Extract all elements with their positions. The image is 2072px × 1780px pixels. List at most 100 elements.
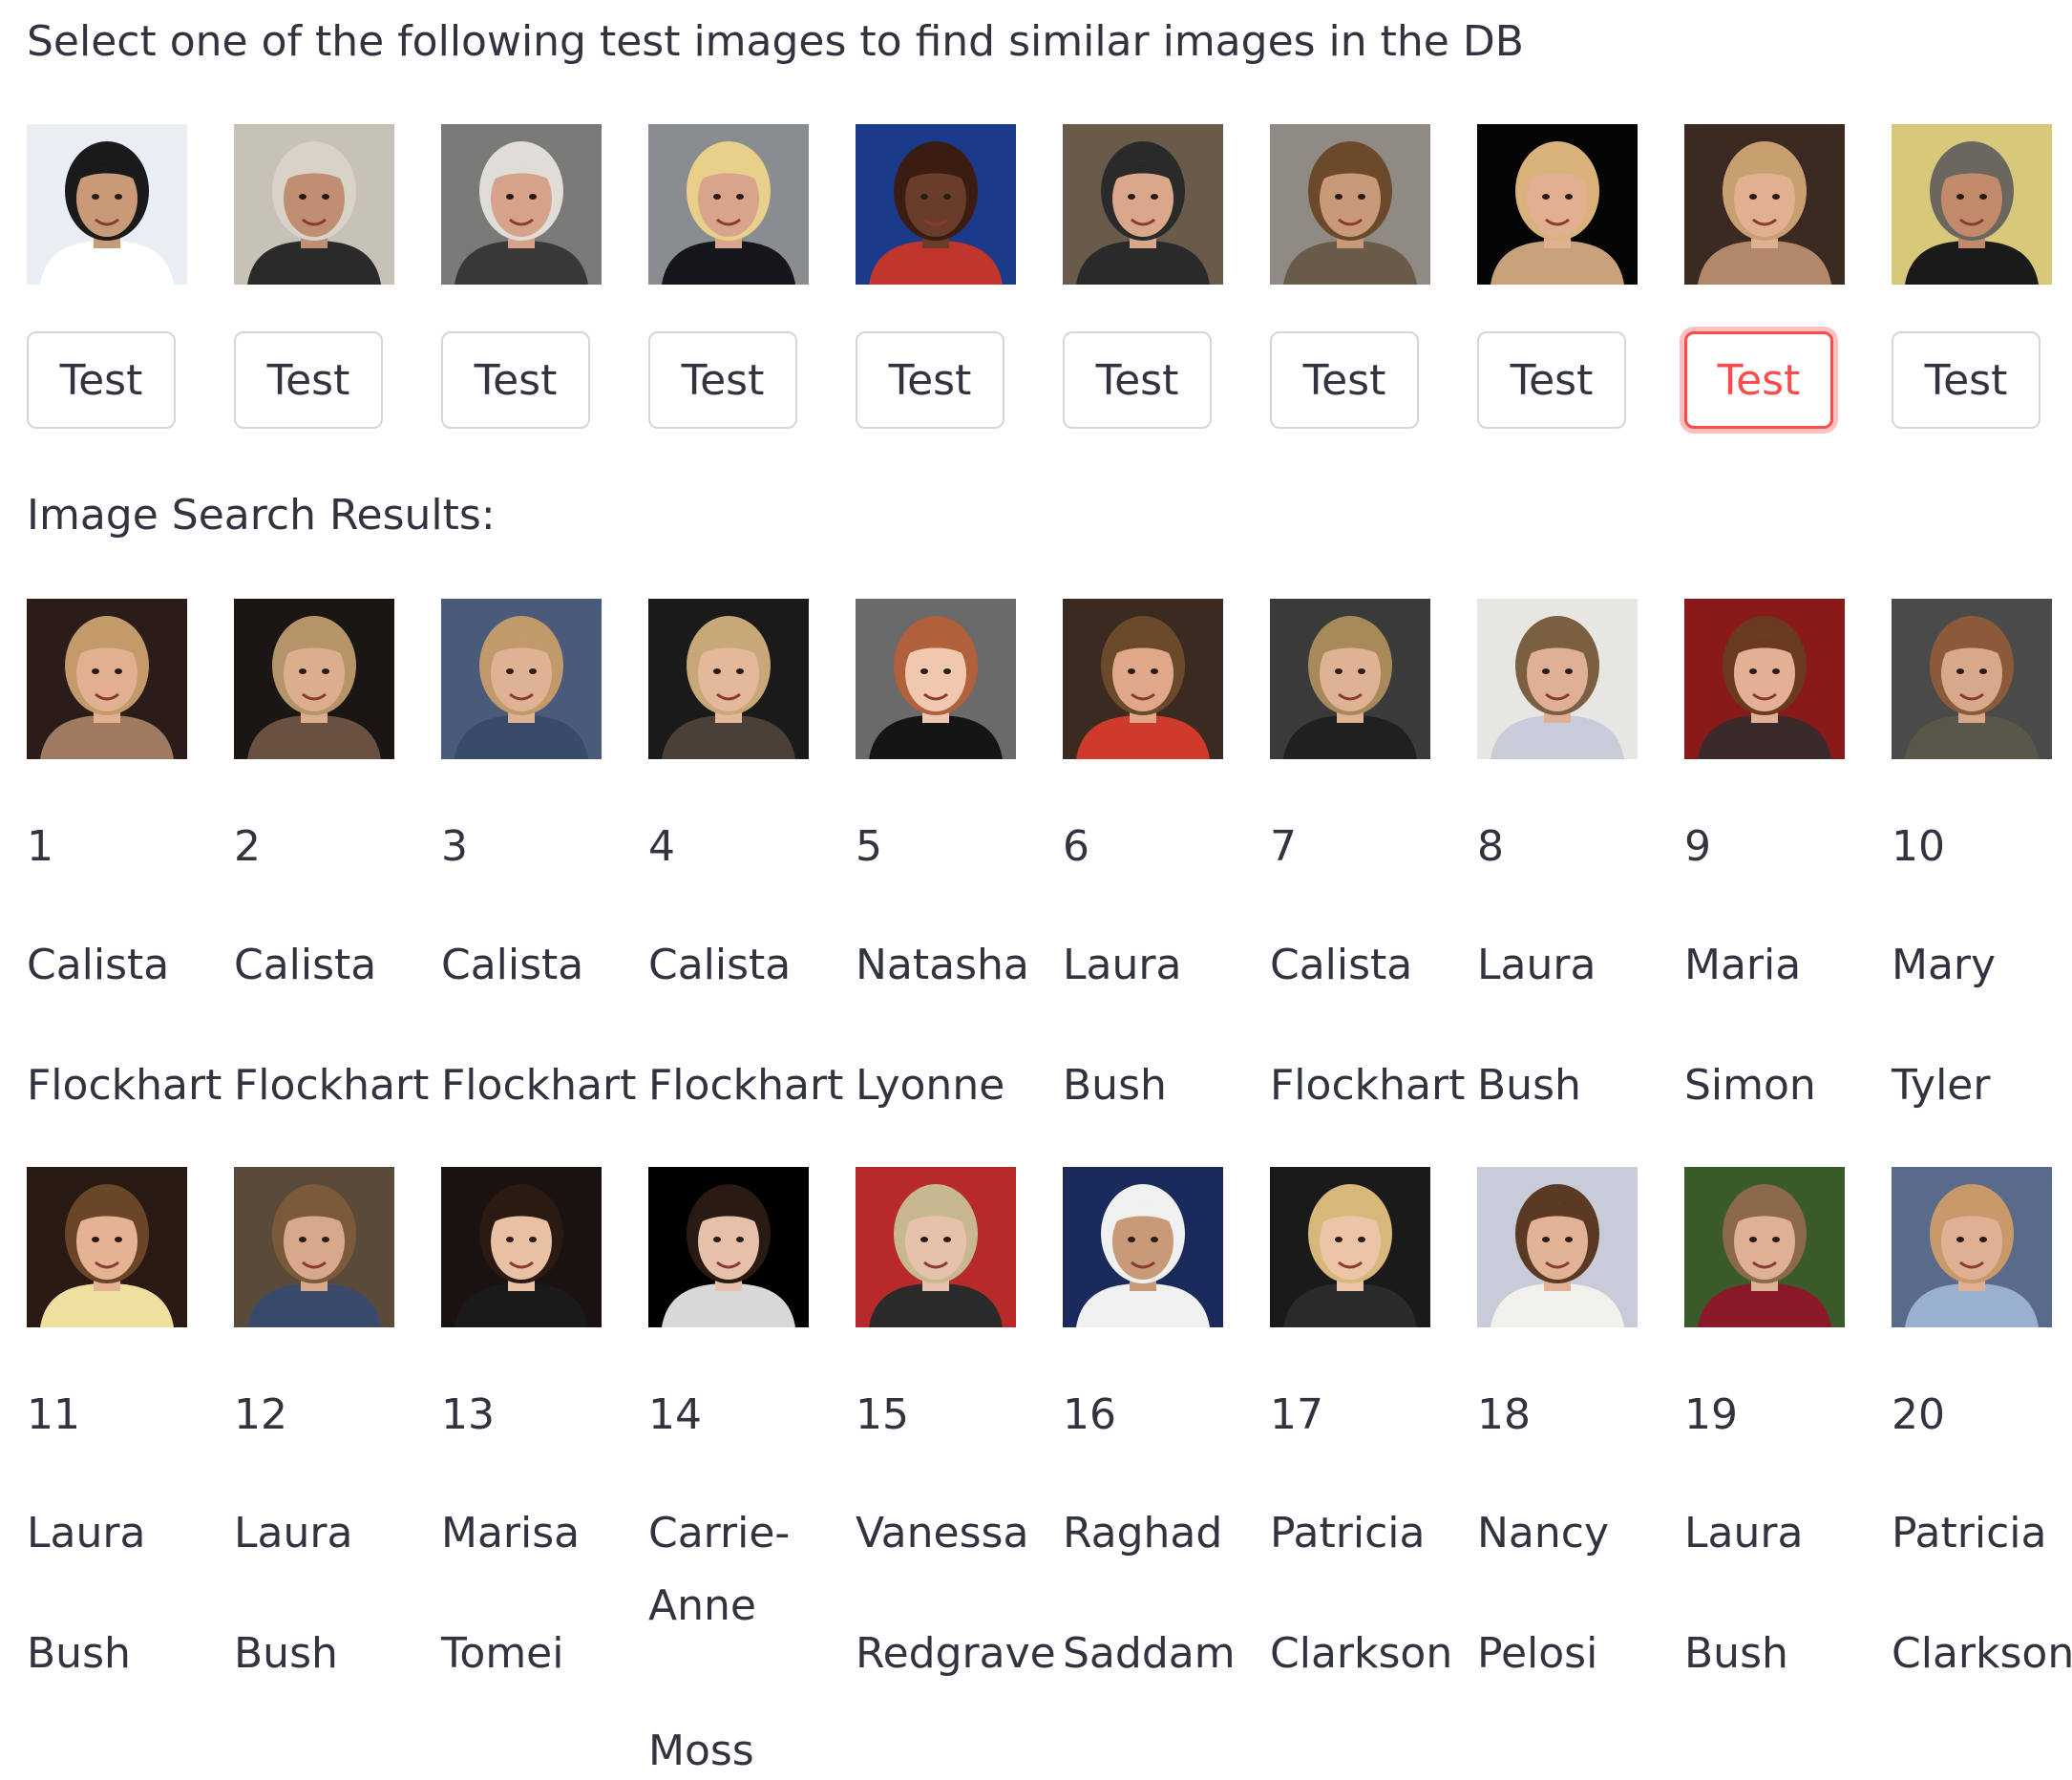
result-image: [648, 1167, 809, 1327]
test-image: [1684, 124, 1845, 285]
portrait-graphic: [1270, 124, 1430, 285]
portrait-graphic: [856, 1167, 1016, 1327]
portrait-graphic: [441, 1167, 602, 1327]
test-button[interactable]: Test: [856, 331, 1004, 429]
result-image: [1684, 1167, 1845, 1327]
result-first-name: Calista: [234, 941, 377, 989]
test-image: [441, 124, 602, 285]
result-last-name: Tomei: [441, 1629, 564, 1678]
portrait-graphic: [1477, 124, 1638, 285]
portrait-graphic: [1270, 599, 1430, 759]
result-first-name: Calista: [27, 941, 170, 989]
result-rank: 14: [648, 1390, 702, 1439]
portrait-graphic: [27, 599, 187, 759]
portrait-graphic: [1063, 599, 1223, 759]
portrait-graphic: [1270, 1167, 1430, 1327]
result-last-name: Lyonne: [856, 1061, 1005, 1110]
result-rank: 18: [1477, 1390, 1531, 1439]
result-last-name: Flockhart: [1270, 1061, 1466, 1110]
result-first-name: Nancy: [1477, 1509, 1609, 1558]
result-last-name: Bush: [27, 1629, 131, 1678]
result-rank: 4: [648, 822, 675, 871]
portrait-graphic: [234, 1167, 394, 1327]
result-first-name: Calista: [1270, 941, 1413, 989]
result-image: [1684, 599, 1845, 759]
portrait-graphic: [1684, 599, 1845, 759]
result-first-name: Laura: [1477, 941, 1596, 989]
portrait-graphic: [441, 599, 602, 759]
result-image: [1063, 1167, 1223, 1327]
result-first-name: Maria: [1684, 941, 1802, 989]
result-first-name: Marisa: [441, 1509, 581, 1558]
result-image: [1270, 1167, 1430, 1327]
portrait-graphic: [1477, 1167, 1638, 1327]
portrait-graphic: [27, 1167, 187, 1327]
result-image: [234, 599, 394, 759]
test-image: [648, 124, 809, 285]
portrait-graphic: [1892, 124, 2052, 285]
portrait-graphic: [234, 124, 394, 285]
test-button[interactable]: Test: [1477, 331, 1626, 429]
test-button[interactable]: Test: [1063, 331, 1212, 429]
test-button[interactable]: Test: [234, 331, 383, 429]
result-rank: 9: [1684, 822, 1711, 871]
result-last-name: Saddam: [1063, 1629, 1236, 1678]
portrait-graphic: [648, 599, 809, 759]
result-rank: 17: [1270, 1390, 1323, 1439]
test-button[interactable]: Test: [648, 331, 797, 429]
result-last-name: Bush: [1063, 1061, 1167, 1110]
portrait-graphic: [856, 124, 1016, 285]
result-first-name: Vanessa: [856, 1509, 1029, 1558]
test-image: [27, 124, 187, 285]
result-first-name: Patricia: [1270, 1509, 1426, 1558]
portrait-graphic: [648, 124, 809, 285]
test-button[interactable]: Test: [441, 331, 590, 429]
result-image: [27, 1167, 187, 1327]
result-last-name: Simon: [1684, 1061, 1816, 1110]
result-first-name: Laura: [1063, 941, 1182, 989]
result-rank: 7: [1270, 822, 1297, 871]
test-button[interactable]: Test: [1684, 331, 1833, 429]
app-container: Select one of the following test images …: [0, 0, 2072, 1775]
result-first-name: Natasha: [856, 941, 1029, 989]
test-image: [1063, 124, 1223, 285]
test-image: [856, 124, 1016, 285]
portrait-graphic: [1063, 1167, 1223, 1327]
result-image: [1063, 599, 1223, 759]
test-button[interactable]: Test: [1892, 331, 2040, 429]
result-rank: 2: [234, 822, 261, 871]
result-rank: 11: [27, 1390, 80, 1439]
result-image: [27, 599, 187, 759]
result-last-name: Bush: [234, 1629, 338, 1678]
result-first-name: Raghad: [1063, 1509, 1223, 1558]
result-rank: 20: [1892, 1390, 1945, 1439]
portrait-graphic: [648, 1167, 809, 1327]
result-image: [856, 1167, 1016, 1327]
test-image: [1477, 124, 1638, 285]
portrait-graphic: [1684, 1167, 1845, 1327]
portrait-graphic: [27, 124, 187, 285]
result-first-name: Patricia: [1892, 1509, 2047, 1558]
result-first-name: Laura: [234, 1509, 353, 1558]
result-image: [234, 1167, 394, 1327]
test-button[interactable]: Test: [27, 331, 176, 429]
result-last-name: Bush: [1477, 1061, 1581, 1110]
result-last-name: Flockhart: [27, 1061, 222, 1110]
result-last-name: Bush: [1684, 1629, 1788, 1678]
result-first-name: Laura: [27, 1509, 146, 1558]
result-image: [1892, 1167, 2052, 1327]
instruction-text: Select one of the following test images …: [27, 17, 1524, 66]
test-button[interactable]: Test: [1270, 331, 1419, 429]
result-rank: 6: [1063, 822, 1089, 871]
portrait-graphic: [856, 599, 1016, 759]
result-first-name: Laura: [1684, 1509, 1804, 1558]
result-first-name: Carrie-: [648, 1509, 791, 1558]
result-image: [441, 1167, 602, 1327]
result-image: [1270, 599, 1430, 759]
result-rank: 16: [1063, 1390, 1116, 1439]
portrait-graphic: [441, 124, 602, 285]
result-last-name: Moss: [648, 1727, 754, 1775]
result-rank: 8: [1477, 822, 1504, 871]
result-rank: 13: [441, 1390, 495, 1439]
result-rank: 5: [856, 822, 882, 871]
